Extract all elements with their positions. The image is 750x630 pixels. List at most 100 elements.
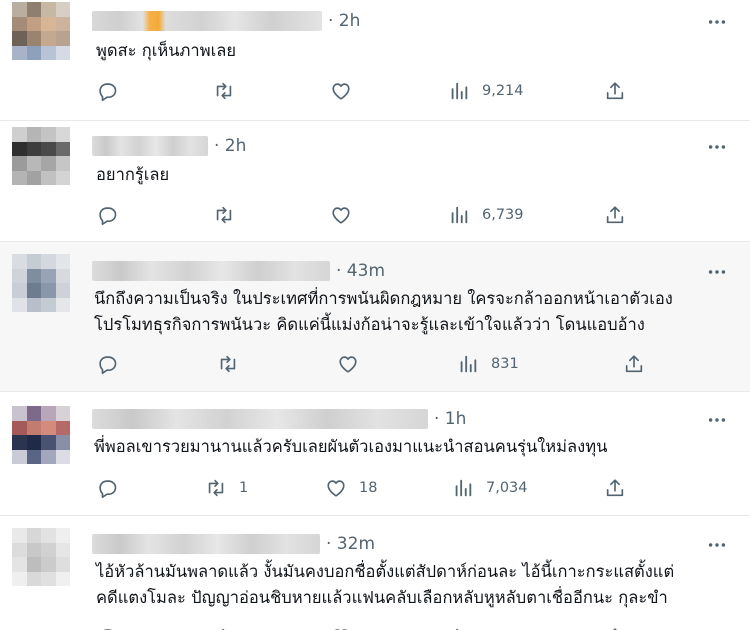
views-icon: [460, 355, 477, 373]
retweet-button[interactable]: [213, 624, 235, 630]
tweet-3[interactable]: · 43m นึกถึงความเป็นจริง ในประเทศที่การพ…: [0, 242, 750, 392]
avatar[interactable]: [12, 254, 70, 312]
like-icon: [332, 207, 350, 224]
like-count: 18: [359, 480, 378, 496]
share-button[interactable]: [623, 351, 645, 377]
tweet-actions: 6,739: [96, 202, 656, 228]
views-button[interactable]: 6,739: [448, 202, 524, 228]
share-icon: [606, 82, 624, 100]
share-button[interactable]: [604, 475, 626, 501]
reply-icon: [99, 480, 117, 498]
views-count: 831: [491, 356, 519, 372]
tweet-text: ไอ้หัวล้านมันพลาดแล้ว งั้นมันคงบอกชื่อตั…: [96, 559, 674, 611]
retweet-button[interactable]: 1: [205, 475, 248, 501]
views-count: 6,739: [482, 207, 524, 223]
share-icon: [606, 479, 624, 497]
views-button[interactable]: [448, 624, 470, 630]
like-icon: [327, 480, 345, 497]
tweet-header: · 2h: [92, 10, 360, 32]
tweet-header: · 2h: [92, 135, 246, 157]
more-icon[interactable]: [706, 137, 728, 157]
avatar[interactable]: [12, 2, 70, 60]
tweet-text: นึกถึงความเป็นจริง ในประเทศที่การพนันผิด…: [94, 286, 673, 338]
like-button[interactable]: [330, 202, 364, 228]
views-count: 7,034: [486, 480, 528, 496]
tweet-actions: [96, 624, 656, 630]
avatar[interactable]: [12, 127, 70, 185]
reply-button[interactable]: [96, 624, 118, 630]
retweet-icon: [216, 82, 232, 100]
reply-button[interactable]: [96, 351, 118, 377]
more-icon[interactable]: [706, 262, 728, 282]
like-icon: [339, 356, 357, 373]
tweet-header: · 32m: [92, 533, 375, 555]
author-name-blurred[interactable]: [92, 136, 208, 156]
like-button[interactable]: [330, 624, 352, 630]
tweet-time[interactable]: · 2h: [214, 136, 246, 156]
retweet-icon: [216, 206, 232, 224]
reply-button[interactable]: [96, 78, 118, 104]
tweet-4[interactable]: · 1h พี่พอลเขารวยมานานแล้วครับเลยผันตัวเ…: [0, 392, 750, 516]
tweet-time[interactable]: · 2h: [328, 11, 360, 31]
retweet-icon: [222, 628, 225, 630]
tweet-text-line: พูดสะ กุเห็นภาพเลย: [96, 41, 236, 60]
like-icon: [334, 629, 348, 630]
tweet-actions: 831: [96, 351, 656, 377]
share-icon: [606, 206, 624, 224]
tweet-time[interactable]: · 1h: [434, 409, 466, 429]
tweet-header: · 43m: [92, 260, 385, 282]
tweet-text-line: คดีแตงโมละ ปัญญาอ่อนชิบหายแล้วแฟนคลับเลื…: [96, 588, 668, 607]
views-button[interactable]: 831: [457, 351, 519, 377]
tweet-time[interactable]: · 32m: [326, 534, 375, 554]
like-icon: [332, 83, 350, 100]
tweet-text-line: พี่พอลเขารวยมานานแล้วครับเลยผันตัวเองมาแ…: [94, 437, 608, 456]
author-name-blurred[interactable]: [92, 261, 330, 281]
share-button[interactable]: [604, 624, 626, 630]
views-count: 9,214: [482, 83, 524, 99]
share-icon: [613, 628, 617, 630]
views-icon: [456, 628, 459, 630]
share-button[interactable]: [604, 78, 626, 104]
views-button[interactable]: 7,034: [452, 475, 528, 501]
more-icon[interactable]: [706, 535, 728, 555]
avatar[interactable]: [12, 406, 70, 464]
views-button[interactable]: 9,214: [448, 78, 524, 104]
retweet-count: 1: [239, 480, 249, 496]
more-icon[interactable]: [706, 12, 728, 32]
tweet-text-line: อยากรู้เลย: [96, 165, 170, 184]
tweet-time[interactable]: · 43m: [336, 261, 385, 281]
share-button[interactable]: [604, 202, 626, 228]
author-name-blurred[interactable]: [92, 409, 428, 429]
like-button[interactable]: [330, 78, 364, 104]
author-name-blurred[interactable]: [92, 534, 320, 554]
more-icon[interactable]: [706, 410, 728, 430]
reply-icon: [99, 207, 117, 225]
tweet-actions: 1 18 7,034: [96, 475, 656, 501]
tweet-text-line: ไอ้หัวล้านมันพลาดแล้ว งั้นมันคงบอกชื่อตั…: [96, 562, 675, 581]
tweet-text: พูดสะ กุเห็นภาพเลย: [96, 38, 236, 64]
like-button[interactable]: [337, 351, 371, 377]
author-name-blurred[interactable]: [92, 11, 322, 31]
tweet-text-line: นึกถึงความเป็นจริง ในประเทศที่การพนันผิด…: [94, 289, 673, 308]
tweet-actions: 9,214: [96, 78, 656, 104]
tweet-header: · 1h: [92, 408, 466, 430]
reply-icon: [103, 629, 112, 630]
tweet-text: พี่พอลเขารวยมานานแล้วครับเลยผันตัวเองมาแ…: [94, 434, 607, 460]
retweet-button[interactable]: [217, 351, 251, 377]
tweet-2[interactable]: · 2h อยากรู้เลย 6,739: [0, 121, 750, 242]
reply-icon: [99, 83, 117, 101]
tweet-text-line: โปรโมทธุรกิจการพนันวะ คิดแค่นี้แม่งก้อน่…: [94, 315, 645, 334]
views-icon: [455, 479, 472, 497]
tweet-5[interactable]: · 32m ไอ้หัวล้านมันพลาดแล้ว งั้นมันคงบอก…: [0, 516, 750, 630]
like-button[interactable]: 18: [325, 475, 377, 501]
retweet-button[interactable]: [213, 202, 247, 228]
reply-button[interactable]: [96, 202, 118, 228]
tweet-1[interactable]: · 2h พูดสะ กุเห็นภาพเลย 9,214: [0, 0, 750, 121]
reply-feed: · 2h พูดสะ กุเห็นภาพเลย 9,214 · 2h อยากร…: [0, 0, 750, 630]
retweet-button[interactable]: [213, 78, 247, 104]
avatar[interactable]: [12, 528, 70, 586]
reply-button[interactable]: [96, 475, 118, 501]
share-icon: [625, 355, 643, 373]
views-icon: [451, 206, 468, 224]
retweet-icon: [220, 355, 236, 373]
